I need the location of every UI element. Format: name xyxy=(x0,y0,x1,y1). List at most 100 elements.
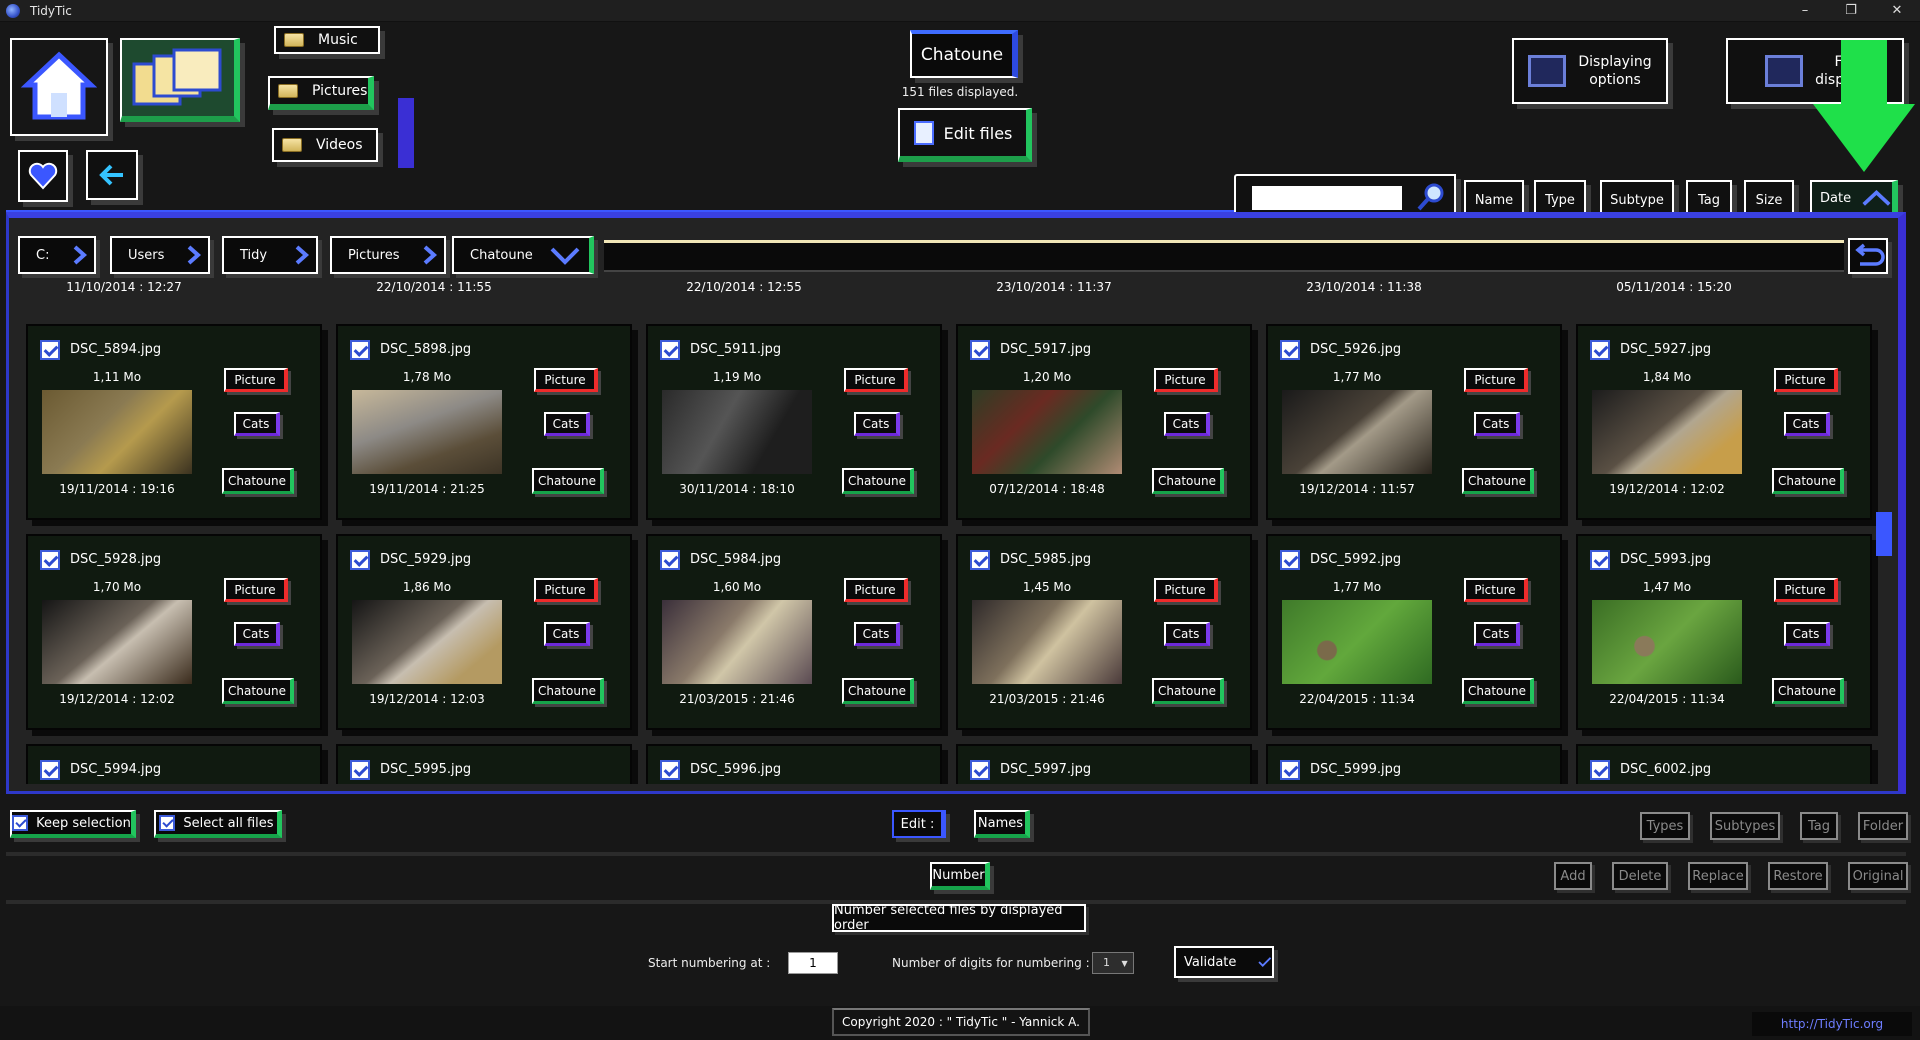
select-checkbox[interactable] xyxy=(1590,550,1610,570)
file-card[interactable]: DSC_5995.jpg xyxy=(336,744,632,784)
file-card[interactable]: DSC_5984.jpg 1,60 Mo 21/03/2015 : 21:46 … xyxy=(646,534,942,730)
type-tag-button[interactable]: Picture xyxy=(534,368,598,392)
digits-select[interactable]: 1 ▼ xyxy=(1092,952,1134,974)
validate-button[interactable]: Validate xyxy=(1174,946,1274,978)
tag-button[interactable]: Chatoune xyxy=(532,678,604,704)
edit-files-button[interactable]: Edit files xyxy=(898,108,1032,162)
select-checkbox[interactable] xyxy=(660,760,680,780)
breadcrumb-current[interactable]: Chatoune xyxy=(452,236,594,274)
subtype-tag-button[interactable]: Cats xyxy=(234,622,280,646)
type-tag-button[interactable]: Picture xyxy=(534,578,598,602)
pictures-button[interactable]: Pictures xyxy=(268,76,374,110)
restore-button[interactable]: Restore xyxy=(1768,862,1828,890)
edit-mode-button[interactable]: Edit : xyxy=(892,810,946,838)
select-checkbox[interactable] xyxy=(350,340,370,360)
search-input[interactable] xyxy=(1252,186,1402,210)
subtype-tag-button[interactable]: Cats xyxy=(544,412,590,436)
back-button[interactable] xyxy=(86,150,138,200)
breadcrumb-item[interactable]: Users xyxy=(110,236,210,274)
file-card[interactable]: DSC_5928.jpg 1,70 Mo 19/12/2014 : 12:02 … xyxy=(26,534,322,730)
select-checkbox[interactable] xyxy=(40,550,60,570)
subtype-tag-button[interactable]: Cats xyxy=(1474,622,1520,646)
breadcrumb-item[interactable]: Pictures xyxy=(330,236,446,274)
type-tag-button[interactable]: Picture xyxy=(1154,578,1218,602)
select-checkbox[interactable] xyxy=(350,550,370,570)
file-card[interactable]: DSC_5985.jpg 1,45 Mo 21/03/2015 : 21:46 … xyxy=(956,534,1252,730)
subtype-tag-button[interactable]: Cats xyxy=(854,622,900,646)
edit-types-button[interactable]: Types xyxy=(1640,812,1690,840)
tag-button[interactable]: Chatoune xyxy=(1462,678,1534,704)
breadcrumb-item[interactable]: Tidy xyxy=(222,236,318,274)
keep-selection-button[interactable]: Keep selection xyxy=(10,810,136,838)
tag-button[interactable]: Chatoune xyxy=(842,678,914,704)
displaying-options-button[interactable]: Displaying options xyxy=(1512,38,1668,104)
select-checkbox[interactable] xyxy=(1280,760,1300,780)
select-checkbox[interactable] xyxy=(350,760,370,780)
subtype-tag-button[interactable]: Cats xyxy=(1164,622,1210,646)
file-card[interactable]: DSC_5994.jpg xyxy=(26,744,322,784)
add-button[interactable]: Add xyxy=(1554,862,1592,890)
file-card[interactable]: DSC_5917.jpg 1,20 Mo 07/12/2014 : 18:48 … xyxy=(956,324,1252,520)
edit-tag-button[interactable]: Tag xyxy=(1800,812,1838,840)
tag-button[interactable]: Chatoune xyxy=(842,468,914,494)
home-button[interactable] xyxy=(10,38,108,136)
subtype-tag-button[interactable]: Cats xyxy=(854,412,900,436)
minimize-button[interactable]: – xyxy=(1782,0,1828,22)
file-card[interactable]: DSC_5898.jpg 1,78 Mo 19/11/2014 : 21:25 … xyxy=(336,324,632,520)
type-tag-button[interactable]: Picture xyxy=(1464,578,1528,602)
delete-button[interactable]: Delete xyxy=(1612,862,1668,890)
select-checkbox[interactable] xyxy=(970,340,990,360)
select-checkbox[interactable] xyxy=(40,340,60,360)
breadcrumb-item[interactable]: C: xyxy=(18,236,96,274)
subtype-tag-button[interactable]: Cats xyxy=(234,412,280,436)
undo-button[interactable] xyxy=(1848,238,1888,274)
close-button[interactable]: ✕ xyxy=(1874,0,1920,22)
file-card[interactable]: DSC_5999.jpg xyxy=(1266,744,1562,784)
search-icon[interactable] xyxy=(1416,182,1446,212)
music-button[interactable]: Music xyxy=(274,26,380,54)
select-checkbox[interactable] xyxy=(40,760,60,780)
subtype-tag-button[interactable]: Cats xyxy=(544,622,590,646)
edit-folder-button[interactable]: Folder xyxy=(1858,812,1908,840)
file-card[interactable]: DSC_5911.jpg 1,19 Mo 30/11/2014 : 18:10 … xyxy=(646,324,942,520)
current-folder-button[interactable]: Chatoune xyxy=(910,30,1018,78)
file-card[interactable]: DSC_6002.jpg xyxy=(1576,744,1872,784)
type-tag-button[interactable]: Picture xyxy=(1774,368,1838,392)
type-tag-button[interactable]: Picture xyxy=(1154,368,1218,392)
tag-button[interactable]: Chatoune xyxy=(222,468,294,494)
videos-button[interactable]: Videos xyxy=(272,128,378,162)
subtype-tag-button[interactable]: Cats xyxy=(1784,412,1830,436)
file-card[interactable]: DSC_5926.jpg 1,77 Mo 19/12/2014 : 11:57 … xyxy=(1266,324,1562,520)
select-checkbox[interactable] xyxy=(1280,340,1300,360)
tag-button[interactable]: Chatoune xyxy=(1152,678,1224,704)
tag-button[interactable]: Chatoune xyxy=(1772,678,1844,704)
subtype-tag-button[interactable]: Cats xyxy=(1164,412,1210,436)
type-tag-button[interactable]: Picture xyxy=(224,578,288,602)
favorites-button[interactable] xyxy=(18,150,68,202)
tag-button[interactable]: Chatoune xyxy=(532,468,604,494)
type-tag-button[interactable]: Picture xyxy=(1774,578,1838,602)
scrollbar-thumb[interactable] xyxy=(1876,512,1892,556)
file-card[interactable]: DSC_5997.jpg xyxy=(956,744,1252,784)
tag-button[interactable]: Chatoune xyxy=(222,678,294,704)
select-all-button[interactable]: Select all files xyxy=(154,810,282,838)
restore-button[interactable]: ❐ xyxy=(1828,0,1874,22)
type-tag-button[interactable]: Picture xyxy=(224,368,288,392)
tag-button[interactable]: Chatoune xyxy=(1462,468,1534,494)
folders-button[interactable] xyxy=(120,38,240,122)
file-card[interactable]: DSC_5992.jpg 1,77 Mo 22/04/2015 : 11:34 … xyxy=(1266,534,1562,730)
file-card[interactable]: DSC_5927.jpg 1,84 Mo 19/12/2014 : 12:02 … xyxy=(1576,324,1872,520)
start-numbering-input[interactable]: 1 xyxy=(788,952,838,974)
edit-subtypes-button[interactable]: Subtypes xyxy=(1710,812,1780,840)
select-checkbox[interactable] xyxy=(970,550,990,570)
type-tag-button[interactable]: Picture xyxy=(844,368,908,392)
tag-button[interactable]: Chatoune xyxy=(1772,468,1844,494)
file-card[interactable]: DSC_5996.jpg xyxy=(646,744,942,784)
select-checkbox[interactable] xyxy=(660,550,680,570)
select-checkbox[interactable] xyxy=(1590,340,1610,360)
website-link[interactable]: http://TidyTic.org xyxy=(1752,1012,1912,1036)
subtype-tag-button[interactable]: Cats xyxy=(1784,622,1830,646)
subtype-tag-button[interactable]: Cats xyxy=(1474,412,1520,436)
tag-button[interactable]: Chatoune xyxy=(1152,468,1224,494)
edit-names-button[interactable]: Names xyxy=(974,810,1030,838)
